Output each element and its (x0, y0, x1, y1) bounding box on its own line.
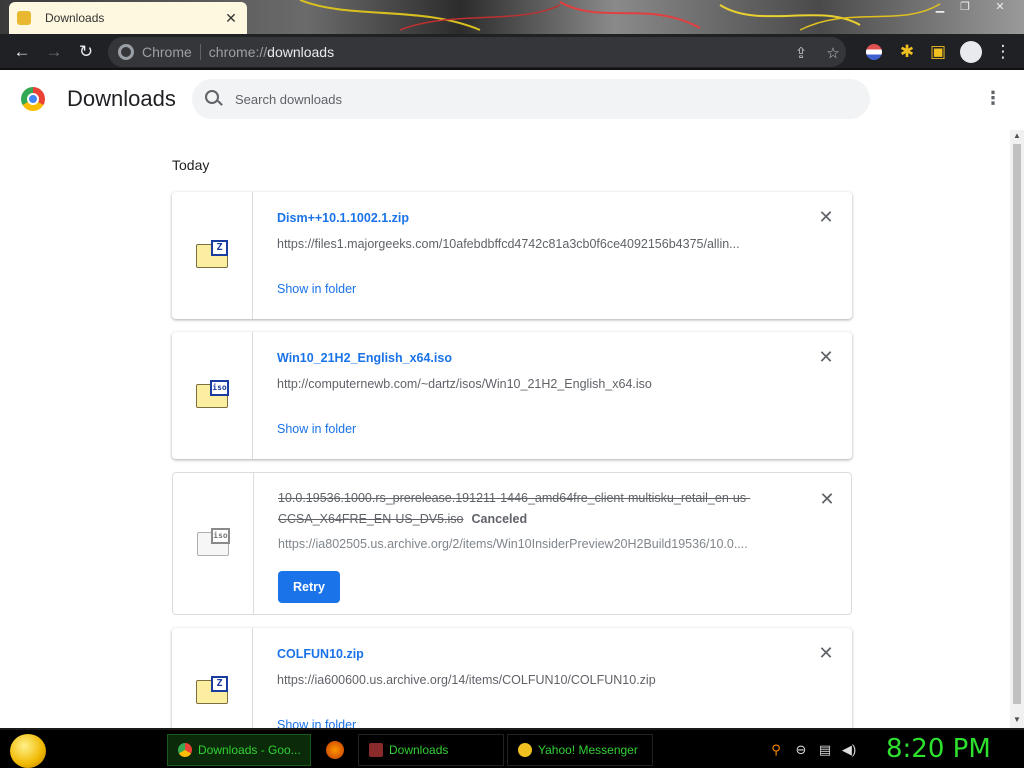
canceled-file-name: 10.0.19536.1000.rs_prerelease.191211-144… (278, 488, 778, 530)
taskbar-item-chrome[interactable]: Downloads - Goo... (167, 734, 311, 766)
side-panel-icon[interactable]: ▣ (928, 42, 948, 62)
back-arrow-icon[interactable]: ← (12, 42, 32, 62)
file-icon-column: iso (173, 473, 254, 614)
url-host: downloads (267, 44, 335, 60)
file-name-link[interactable]: Dism++10.1.1002.1.zip (277, 211, 409, 225)
downloads-tab-icon (17, 11, 31, 25)
file-url[interactable]: https://ia802505.us.archive.org/2/items/… (278, 537, 778, 551)
status-tray-icon[interactable]: ⊖ (793, 742, 809, 758)
download-item: iso Win10_21H2_English_x64.iso http://co… (172, 332, 852, 459)
file-icon-column: Z (172, 192, 253, 319)
start-smiley-icon[interactable] (10, 734, 46, 768)
network-icon[interactable]: ▤ (817, 742, 833, 758)
scroll-down-arrow-icon[interactable]: ▼ (1013, 716, 1021, 724)
downloads-list: Today Z Dism++10.1.1002.1.zip https://fi… (0, 130, 1010, 728)
iso-file-icon: iso (197, 528, 230, 556)
browser-toolbar: ← → ↻ Chrome chrome://downloads ⇪ ☆ ✱ ▣ … (0, 34, 1024, 70)
taskbar-item-label: Downloads - Goo... (198, 743, 301, 757)
profile-avatar[interactable] (960, 41, 982, 63)
taskbar-item-downloads[interactable]: Downloads (358, 734, 504, 766)
more-actions-icon[interactable]: ⋮ (984, 88, 1002, 108)
firefox-icon[interactable] (326, 741, 344, 759)
date-heading: Today (172, 157, 210, 173)
file-url[interactable]: http://computernewb.com/~dartz/isos/Win1… (277, 377, 777, 391)
file-url[interactable]: https://ia600600.us.archive.org/14/items… (277, 673, 777, 687)
tab-close-button[interactable]: ✕ (223, 10, 239, 27)
zip-file-icon: Z (196, 240, 228, 268)
window-close-button[interactable]: ✕ (990, 0, 1010, 16)
iso-file-icon: iso (196, 380, 229, 408)
extensions-puzzle-icon[interactable]: ✱ (897, 42, 917, 62)
page-scrollbar[interactable]: ▲ ▼ (1010, 130, 1024, 728)
search-icon (205, 90, 219, 104)
browser-tab[interactable]: Downloads ✕ (9, 2, 247, 34)
zip-file-icon: Z (196, 676, 228, 704)
share-icon[interactable]: ⇪ (792, 44, 810, 62)
show-in-folder-link[interactable]: Show in folder (277, 282, 356, 296)
taskbar-item-label: Yahoo! Messenger (538, 743, 638, 757)
site-label: Chrome (142, 44, 192, 60)
search-tray-icon[interactable]: ⚲ (768, 742, 784, 758)
taskbar-item-yahoo-messenger[interactable]: Yahoo! Messenger (507, 734, 653, 766)
page-title: Downloads (67, 86, 176, 111)
omnibox-divider (199, 44, 201, 60)
title-bar: Downloads ✕ ▁ ❐ ✕ (0, 0, 1024, 34)
remove-close-icon[interactable]: ✕ (818, 490, 836, 508)
clock[interactable]: 8:20 PM (886, 734, 991, 764)
yahoo-smiley-icon (518, 743, 532, 757)
url-scheme: chrome:// (208, 44, 268, 60)
file-name-link[interactable]: COLFUN10.zip (277, 647, 364, 661)
download-item-canceled: iso 10.0.19536.1000.rs_prerelease.191211… (172, 472, 852, 615)
minimize-button[interactable]: ▁ (930, 0, 950, 16)
folder-icon (369, 743, 383, 757)
remove-close-icon[interactable]: ✕ (817, 208, 835, 226)
file-icon-column: Z (172, 628, 253, 728)
remove-close-icon[interactable]: ✕ (817, 348, 835, 366)
volume-icon[interactable]: ◀) (841, 742, 857, 758)
taskbar: Downloads - Goo... Downloads Yahoo! Mess… (0, 728, 1024, 768)
file-icon-column: iso (172, 332, 253, 459)
address-bar[interactable]: Chrome chrome://downloads ⇪ ☆ (108, 37, 846, 67)
file-url[interactable]: https://files1.majorgeeks.com/10afebdbff… (277, 237, 777, 251)
scroll-up-arrow-icon[interactable]: ▲ (1013, 132, 1021, 140)
remove-close-icon[interactable]: ✕ (817, 644, 835, 662)
download-item: Z COLFUN10.zip https://ia600600.us.archi… (172, 628, 852, 728)
browser-menu-icon[interactable]: ⋮ (993, 42, 1013, 62)
chrome-icon (178, 743, 192, 757)
chrome-logo-icon (21, 87, 45, 111)
search-input[interactable] (235, 89, 835, 109)
scrollbar-thumb[interactable] (1013, 144, 1021, 704)
forward-arrow-icon[interactable]: → (44, 42, 64, 62)
show-in-folder-link[interactable]: Show in folder (277, 718, 356, 728)
show-in-folder-link[interactable]: Show in folder (277, 422, 356, 436)
retry-button[interactable]: Retry (278, 571, 340, 603)
bookmark-star-icon[interactable]: ☆ (824, 44, 842, 62)
reload-icon[interactable]: ↻ (76, 42, 96, 62)
chrome-site-icon (118, 44, 134, 60)
profile-flag-icon[interactable] (866, 44, 882, 60)
taskbar-item-label: Downloads (389, 743, 449, 757)
downloads-header: Downloads ⋮ (0, 70, 1024, 130)
status-label: Canceled (471, 512, 528, 526)
search-bar[interactable] (192, 79, 870, 119)
file-name-link[interactable]: Win10_21H2_English_x64.iso (277, 351, 452, 365)
tab-title: Downloads (45, 11, 105, 25)
maximize-button[interactable]: ❐ (955, 0, 975, 16)
download-item: Z Dism++10.1.1002.1.zip https://files1.m… (172, 192, 852, 319)
